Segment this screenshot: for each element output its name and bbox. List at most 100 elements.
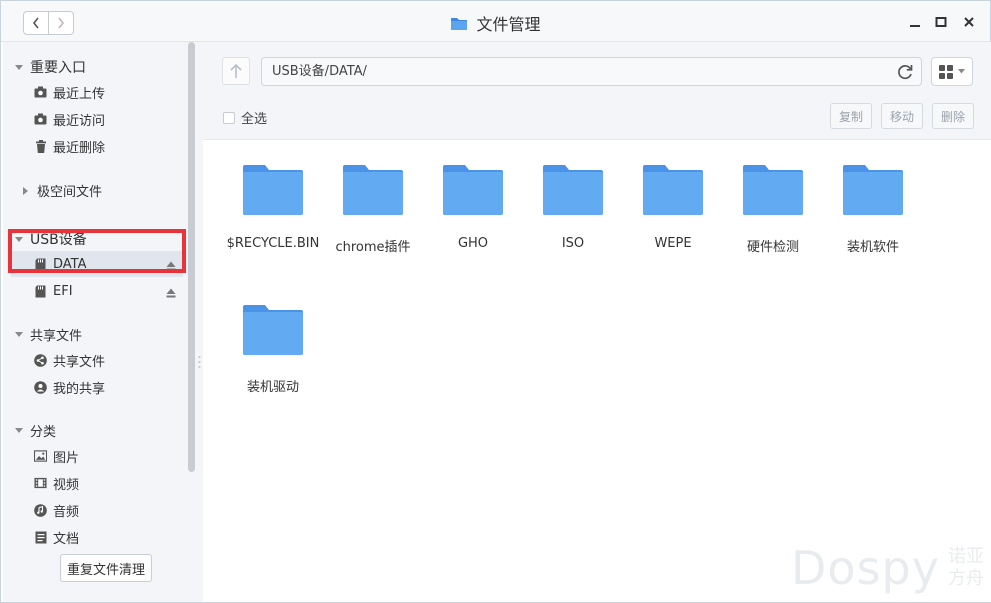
arrow-up-icon (230, 63, 242, 78)
view-mode-button[interactable] (931, 57, 973, 86)
caret-down-icon (15, 428, 23, 433)
document-icon (34, 531, 47, 544)
sidebar-item-documents[interactable]: 文档 (34, 527, 79, 547)
film-icon (34, 477, 47, 490)
window-title: 文件管理 (1, 11, 990, 35)
watermark-line: 方舟 (947, 568, 984, 589)
folder-icon (643, 165, 703, 215)
section-category[interactable]: 分类 (15, 421, 56, 440)
sidebar-item-label: 最近访问 (53, 113, 106, 129)
sidebar-scrollbar[interactable] (188, 42, 195, 472)
move-button[interactable]: 移动 (881, 103, 923, 129)
sidebar-item-label: EFI (53, 283, 73, 299)
folder-name: WEPE (654, 236, 692, 251)
splitter-handle-icon[interactable] (198, 354, 201, 374)
folder-icon (451, 17, 468, 30)
eject-icon[interactable] (166, 288, 176, 298)
camera-icon (34, 113, 47, 126)
folder-item[interactable]: 装机驱动 (223, 305, 323, 395)
grid-view-icon (939, 64, 953, 79)
caret-right-icon (23, 186, 28, 195)
folder-name: GHO (457, 236, 489, 251)
up-directory-button[interactable] (222, 57, 250, 85)
section-label: 重要入口 (30, 60, 86, 76)
music-icon (34, 503, 47, 517)
caret-down-icon (15, 64, 23, 70)
section-important[interactable]: 重要入口 (15, 57, 86, 77)
folder-item[interactable]: 装机软件 (823, 165, 923, 255)
image-icon (34, 450, 47, 463)
section-label: 极空间文件 (37, 185, 103, 200)
folder-icon (743, 165, 803, 215)
file-manager-window: 文件管理 重要入口 最近上传 最近访问 最近删除 极空间文件 USB设备 DAT… (0, 0, 991, 603)
sidebar-item-recent-delete[interactable]: 最近删除 (34, 136, 105, 156)
sidebar-item-efi[interactable]: EFI (34, 281, 73, 301)
close-icon (964, 17, 974, 27)
trash-icon (34, 139, 47, 153)
minimize-button[interactable] (906, 13, 924, 31)
watermark-text: Dospy (791, 541, 940, 595)
section-label: 共享文件 (30, 329, 83, 344)
maximize-button[interactable] (932, 13, 950, 31)
sidebar-item-label: 最近上传 (53, 86, 106, 102)
minimize-icon (910, 25, 920, 27)
sidebar-item-shared-files[interactable]: 共享文件 (34, 350, 105, 370)
path-text: USB设备/DATA/ (272, 64, 367, 79)
folder-icon (243, 165, 303, 215)
sidebar-item-label: 图片 (53, 450, 80, 466)
folder-name: ISO (561, 236, 585, 251)
folder-item[interactable]: chrome插件 (323, 165, 423, 255)
section-label: 分类 (30, 425, 57, 440)
section-share[interactable]: 共享文件 (15, 325, 82, 344)
folder-name: 硬件检测 (746, 240, 799, 255)
watermark: Dospy 诺亚 方舟 (791, 541, 984, 595)
folder-item[interactable]: ISO (523, 165, 623, 251)
folder-icon (443, 165, 503, 215)
sidebar-item-recent-upload[interactable]: 最近上传 (34, 82, 105, 102)
folder-icon (543, 165, 603, 215)
sidebar-item-images[interactable]: 图片 (34, 446, 79, 466)
sidebar-item-label: 音频 (53, 504, 80, 520)
folder-name: chrome插件 (335, 240, 411, 255)
folder-item[interactable]: WEPE (623, 165, 723, 251)
folder-icon (343, 165, 403, 215)
sidebar-item-label: 视频 (53, 477, 80, 493)
sidebar-item-label: 共享文件 (53, 354, 106, 370)
sidebar-item-recent-visit[interactable]: 最近访问 (34, 109, 105, 129)
title-bar: 文件管理 (1, 1, 990, 42)
caret-down-icon (958, 69, 965, 74)
sd-card-icon (34, 285, 47, 298)
duplicate-clean-button[interactable]: 重复文件清理 (60, 554, 152, 582)
sidebar: 重要入口 最近上传 最近访问 最近删除 极空间文件 USB设备 DATA EFI… (3, 42, 203, 602)
select-all-checkbox[interactable]: 全选 (223, 108, 267, 127)
sidebar-item-label: 最近删除 (53, 140, 106, 156)
folder-item[interactable]: 硬件检测 (723, 165, 823, 255)
toolbar: USB设备/DATA/ 全选 复制 移动 删除 (203, 42, 991, 140)
close-button[interactable] (960, 13, 978, 31)
copy-button[interactable]: 复制 (830, 103, 872, 129)
folder-name: $RECYCLE.BIN (226, 236, 320, 251)
select-all-label: 全选 (241, 112, 268, 127)
sidebar-item-my-share[interactable]: 我的共享 (34, 377, 105, 397)
watermark-small: 诺亚 方舟 (948, 546, 984, 590)
section-space-files[interactable]: 极空间文件 (21, 181, 102, 200)
red-highlight-box (8, 229, 186, 273)
user-icon (34, 380, 47, 394)
delete-button[interactable]: 删除 (932, 103, 974, 129)
camera-icon (34, 86, 47, 99)
checkbox-icon (223, 111, 235, 124)
window-title-text: 文件管理 (476, 15, 541, 34)
sidebar-item-audio[interactable]: 音频 (34, 500, 79, 520)
folder-name: 装机软件 (846, 240, 899, 255)
folder-item[interactable]: $RECYCLE.BIN (223, 165, 323, 251)
folder-icon (243, 305, 303, 355)
sidebar-item-label: 我的共享 (53, 381, 106, 397)
folder-name: 装机驱动 (246, 380, 299, 395)
main-panel: USB设备/DATA/ 全选 复制 移动 删除 $RECYCLE.BIN chr… (203, 42, 991, 602)
refresh-icon[interactable] (896, 63, 914, 81)
path-bar[interactable]: USB设备/DATA/ (261, 57, 922, 86)
maximize-icon (935, 17, 947, 27)
share-icon (34, 353, 47, 367)
folder-item[interactable]: GHO (423, 165, 523, 251)
sidebar-item-video[interactable]: 视频 (34, 473, 79, 493)
